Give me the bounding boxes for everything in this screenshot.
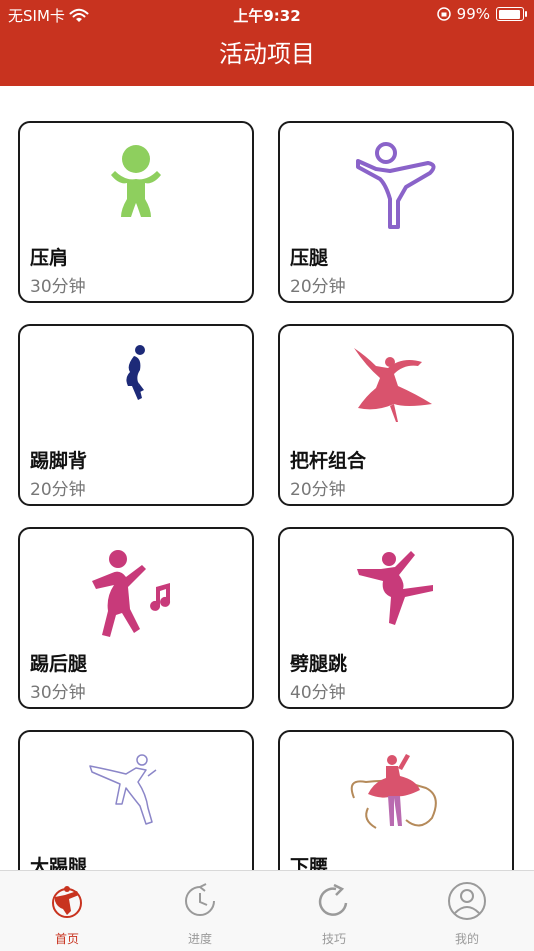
tab-tips[interactable]: 技巧 bbox=[294, 881, 374, 947]
music-dance-figure-icon bbox=[92, 550, 171, 637]
activity-card[interactable]: 把杆组合 20分钟 bbox=[278, 324, 514, 506]
home-dancer-icon bbox=[52, 886, 82, 918]
activity-card[interactable]: 压肩 30分钟 bbox=[18, 121, 254, 303]
activity-name: 下腰 bbox=[290, 856, 329, 870]
stretch-figure-icon bbox=[111, 145, 161, 217]
activity-duration: 20分钟 bbox=[290, 480, 346, 500]
tab-label: 技巧 bbox=[321, 932, 346, 946]
activity-card[interactable]: 劈腿跳 40分钟 bbox=[278, 527, 514, 709]
activity-duration: 30分钟 bbox=[30, 683, 86, 703]
activity-name: 把杆组合 bbox=[290, 450, 367, 472]
activity-name: 压腿 bbox=[290, 247, 329, 269]
leg-press-figure-icon bbox=[356, 142, 436, 229]
battery-percent: 99% bbox=[456, 5, 490, 23]
activity-duration: 20分钟 bbox=[30, 480, 86, 500]
progress-clock-icon bbox=[185, 883, 215, 916]
leap-figure-icon bbox=[357, 551, 433, 625]
activity-name: 大踢腿 bbox=[30, 856, 88, 870]
activity-name: 踢后腿 bbox=[30, 653, 88, 675]
app-header: 无SIM卡 上午9:32 99% 活动项目 bbox=[0, 0, 534, 86]
tab-home[interactable]: 首页 bbox=[27, 881, 107, 947]
activity-card[interactable]: 大踢腿 bbox=[18, 730, 254, 870]
ballerina-ribbon-icon bbox=[350, 754, 437, 829]
tab-label: 我的 bbox=[454, 932, 479, 946]
dancer-figure-icon bbox=[354, 348, 432, 422]
tab-label: 首页 bbox=[54, 932, 79, 946]
profile-icon bbox=[448, 882, 486, 920]
status-bar: 无SIM卡 上午9:32 99% bbox=[0, 0, 534, 28]
activity-duration: 30分钟 bbox=[30, 277, 86, 297]
activity-name: 踢脚背 bbox=[30, 450, 88, 472]
tab-profile[interactable]: 我的 bbox=[427, 881, 507, 947]
activity-name: 压肩 bbox=[30, 247, 69, 269]
activity-card[interactable]: 压腿 20分钟 bbox=[278, 121, 514, 303]
tips-refresh-icon bbox=[318, 883, 348, 916]
activity-card[interactable]: 下腰 bbox=[278, 730, 514, 870]
activity-card[interactable]: 踢后腿 30分钟 bbox=[18, 527, 254, 709]
activity-duration: 20分钟 bbox=[290, 277, 346, 297]
high-kick-figure-icon bbox=[89, 754, 157, 825]
tab-bar: 首页 进度 技巧 我的 bbox=[0, 870, 534, 951]
status-right: 99% bbox=[436, 5, 527, 23]
tab-progress[interactable]: 进度 bbox=[160, 881, 240, 947]
tab-label: 进度 bbox=[187, 932, 212, 946]
activity-grid: 压肩 30分钟 压腿 20分钟 踢脚背 20分钟 把杆组合 20分钟 踢后腿 3… bbox=[0, 86, 534, 870]
orientation-lock-icon bbox=[436, 7, 451, 21]
kick-figure-icon bbox=[126, 345, 145, 400]
page-title: 活动项目 bbox=[219, 40, 315, 68]
activity-card[interactable]: 踢脚背 20分钟 bbox=[18, 324, 254, 506]
activity-name: 劈腿跳 bbox=[290, 653, 348, 675]
activity-duration: 40分钟 bbox=[290, 683, 346, 703]
battery-icon bbox=[496, 7, 527, 21]
